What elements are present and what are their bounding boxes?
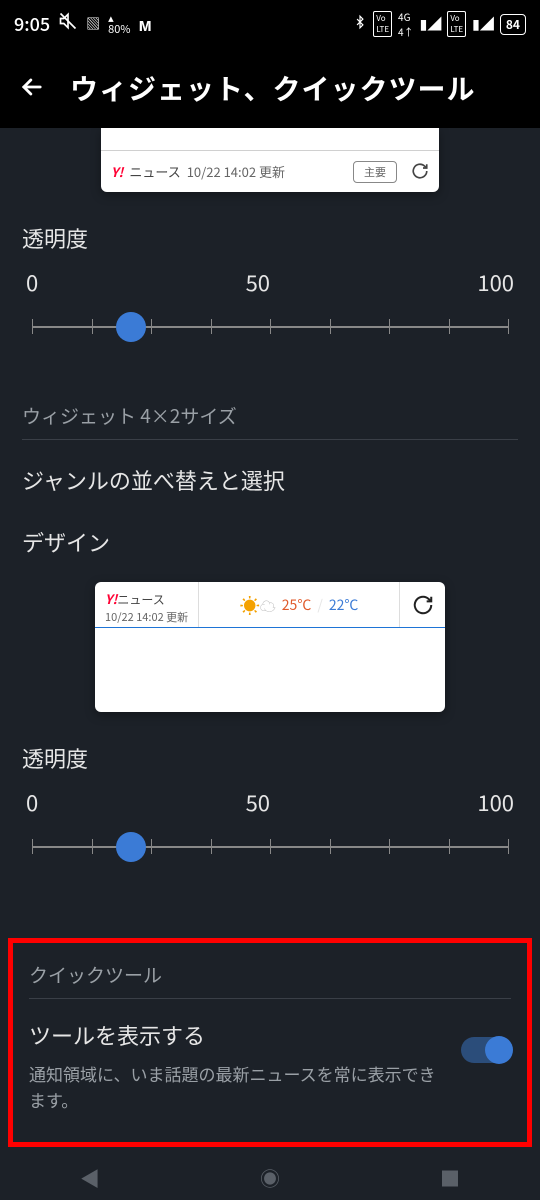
nav-back-icon[interactable]: ◀ [80, 1163, 100, 1192]
slider-tick-labels-2: 0 50 100 [22, 786, 518, 818]
design-label: デザイン [22, 526, 518, 558]
opacity-label-2: 透明度 [22, 742, 518, 774]
yahoo-logo-sub: ニュース [129, 162, 180, 181]
widget-timestamp: 10/22 14:02 更新 [187, 162, 285, 181]
signal-icon-1: ▮◢ [420, 14, 442, 34]
slider-tick-labels-1: 0 50 100 [22, 266, 518, 298]
quicktool-toggle[interactable] [461, 1037, 511, 1063]
toggle-knob [485, 1036, 513, 1064]
yahoo-logo-sub-2: ニュース [117, 591, 164, 608]
nav-home-icon[interactable]: ◉ [260, 1163, 280, 1192]
opacity-label-1: 透明度 [22, 222, 518, 254]
status-bar: 9:05 ▧ ▴80% ᴍ VoLTE 4G4↑ ▮◢ VoLTE ▮◢ 84 [0, 0, 540, 48]
widget-preview-4x2: Y!ニュース 10/22 14:02 更新 ☀☁ 25℃/ 22℃ [95, 582, 445, 712]
title-bar: ウィジェット、クイックツール [0, 48, 540, 128]
tick-0-b: 0 [26, 786, 38, 818]
page-title: ウィジェット、クイックツール [70, 68, 475, 108]
reload-icon[interactable] [411, 157, 429, 186]
m-icon: ᴍ [139, 11, 152, 37]
reload-icon-2[interactable] [399, 582, 445, 627]
slider-thumb-1[interactable] [116, 312, 146, 342]
volte-icon-2: VoLTE [447, 11, 466, 37]
widget-preview-2x1: Y! ニュース 10/22 14:02 更新 主要 [101, 128, 439, 192]
tick-50: 50 [246, 266, 270, 298]
quicktool-heading: クイックツール [29, 961, 511, 999]
network-4g-icon: 4G4↑ [398, 9, 414, 39]
opacity-slider-1[interactable] [22, 304, 518, 352]
volte-icon-1: VoLTE [373, 11, 392, 37]
nav-recent-icon[interactable]: ■ [440, 1163, 460, 1192]
yahoo-logo-2: Y! [105, 589, 117, 608]
bluetooth-icon [353, 13, 367, 36]
sun-icon: ☀ [240, 590, 260, 619]
temp-sep: / [317, 595, 323, 615]
app-icon: ▧ [86, 14, 100, 34]
percent-icon: ▴80% [108, 13, 130, 35]
back-button[interactable] [18, 66, 46, 110]
cloud-icon: ☁ [260, 593, 276, 617]
quicktool-highlight-box: クイックツール ツールを表示する 通知領域に、いま話題の最新ニュースを常に表示で… [8, 938, 532, 1147]
signal-icon-2: ▮◢ [472, 14, 494, 34]
tick-100: 100 [477, 266, 514, 298]
yahoo-logo: Y! [111, 162, 123, 181]
major-tab-button[interactable]: 主要 [353, 161, 397, 183]
quicktool-description: 通知領域に、いま話題の最新ニュースを常に表示できます。 [29, 1061, 447, 1112]
quicktool-title: ツールを表示する [29, 1019, 447, 1051]
reorder-genres-item[interactable]: ジャンルの並べ替えと選択 [22, 440, 518, 520]
tick-100-b: 100 [477, 786, 514, 818]
tick-50-b: 50 [246, 786, 270, 818]
battery-indicator: 84 [500, 14, 526, 35]
opacity-slider-2[interactable] [22, 824, 518, 872]
slider-thumb-2[interactable] [116, 832, 146, 862]
section-heading-4x2: ウィジェット 4×2サイズ [22, 402, 518, 440]
temp-high: 25℃ [282, 595, 312, 615]
system-nav-bar: ◀ ◉ ■ [0, 1154, 540, 1200]
temp-low: 22℃ [329, 595, 359, 615]
status-time: 9:05 [14, 11, 50, 37]
weather-display: ☀☁ 25℃/ 22℃ [199, 582, 399, 627]
tick-0: 0 [26, 266, 38, 298]
widget-timestamp-2: 10/22 14:02 更新 [105, 609, 188, 625]
mute-icon [58, 11, 78, 37]
